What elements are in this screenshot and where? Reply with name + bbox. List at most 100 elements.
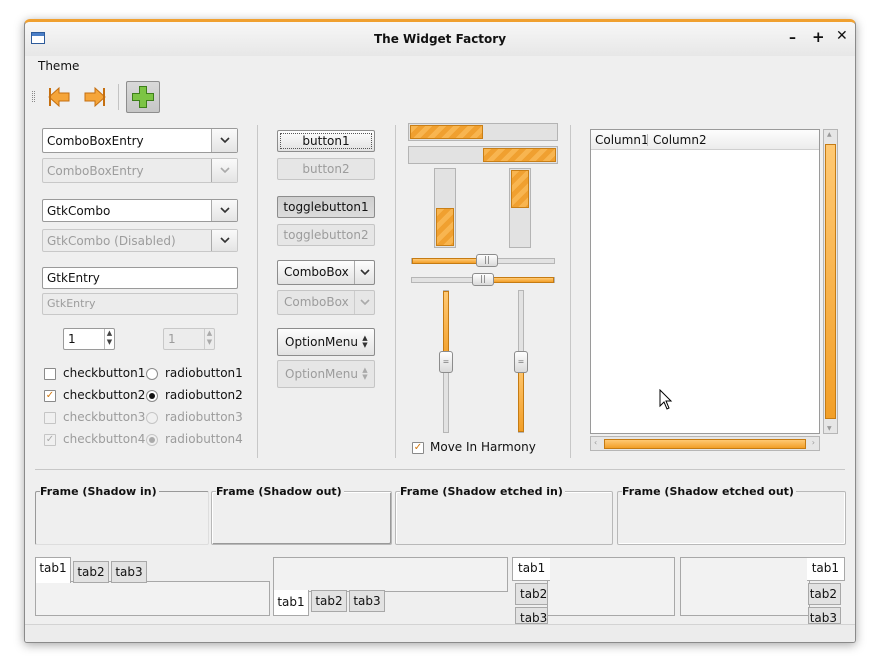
scale-horizontal-1[interactable]: ||	[411, 254, 555, 267]
combo-box-entry-value: ComboBoxEntry	[47, 134, 144, 148]
progress-bar-vertical-1	[434, 168, 456, 248]
frame-shadow-etched-out: Frame (Shadow etched out)	[617, 485, 846, 545]
horizontal-separator	[35, 469, 845, 470]
tree-view[interactable]: Column1 Column2	[590, 129, 820, 434]
frame-shadow-in-label: Frame (Shadow in)	[40, 485, 159, 498]
menu-bar: Theme	[25, 56, 855, 76]
progress-bar-horizontal-2	[408, 146, 558, 164]
combobox[interactable]: ComboBox	[277, 260, 375, 285]
tree-horizontal-scrollbar[interactable]: ‹ ›	[590, 436, 820, 451]
title-bar[interactable]: The Widget Factory – + ✕	[25, 22, 855, 56]
checkbutton2-label[interactable]: checkbutton2	[63, 388, 145, 402]
frame-shadow-out-label: Frame (Shadow out)	[216, 485, 344, 498]
move-in-harmony-label[interactable]: Move In Harmony	[430, 440, 536, 454]
move-in-harmony-checkbox[interactable]: ✓	[412, 442, 424, 454]
radiobutton2-circle[interactable]	[146, 390, 158, 402]
tree-vertical-scrollbar[interactable]: ▲ ▼	[823, 129, 838, 434]
togglebutton2: togglebutton2	[277, 224, 375, 246]
updown-icon[interactable]: ▲ ▼	[360, 335, 370, 349]
checkbutton2-box[interactable]: ✓	[44, 390, 56, 402]
menu-theme[interactable]: Theme	[38, 59, 79, 73]
radiobutton1-circle[interactable]	[146, 368, 158, 380]
tree-header: Column1 Column2	[591, 130, 819, 150]
progress-bar-vertical-2	[509, 168, 531, 248]
notebook-tabs-left	[547, 557, 675, 616]
toolbar-separator	[118, 84, 119, 110]
window-title: The Widget Factory	[373, 32, 507, 46]
radiobutton1-label[interactable]: radiobutton1	[165, 366, 243, 380]
option-menu-value: OptionMenu	[285, 335, 358, 349]
notebook3-tab1[interactable]: tab1	[512, 557, 550, 581]
spin-button[interactable]: 1 ▲ ▼	[63, 328, 115, 350]
scale-vertical-2[interactable]: =	[514, 290, 528, 433]
scale-knob[interactable]: ||	[476, 254, 498, 267]
scale-knob[interactable]: =	[514, 351, 528, 373]
scale-knob[interactable]: =	[439, 351, 453, 373]
notebook1-tab1[interactable]: tab1	[35, 557, 71, 583]
button2: button2	[277, 158, 375, 180]
notebook-tabs-bottom	[273, 557, 508, 592]
checkbutton3-box	[44, 412, 56, 424]
gtk-combo-disabled: GtkCombo (Disabled)	[42, 229, 238, 252]
scale-vertical-1[interactable]: =	[439, 290, 453, 433]
scale-horizontal-2[interactable]: ||	[411, 273, 555, 286]
maximize-icon[interactable]: +	[812, 28, 825, 46]
close-icon[interactable]: ✕	[836, 28, 848, 44]
notebook1-tab3[interactable]: tab3	[111, 561, 147, 583]
gtk-entry-disabled: GtkEntry	[42, 293, 238, 315]
chevron-down-icon	[354, 291, 374, 314]
chevron-down-icon[interactable]	[211, 129, 237, 152]
combobox-disabled-value: ComboBox	[284, 295, 349, 309]
button1[interactable]: button1	[277, 130, 375, 152]
chevron-down-icon[interactable]	[211, 200, 237, 221]
checkbutton1-box[interactable]	[44, 368, 56, 380]
notebook4-tab3[interactable]: tab3	[808, 607, 841, 625]
radiobutton2-label[interactable]: radiobutton2	[165, 388, 243, 402]
gtk-entry[interactable]: GtkEntry	[42, 267, 238, 289]
spin-button-value: 1	[68, 332, 76, 346]
combo-box-entry[interactable]: ComboBoxEntry	[42, 128, 238, 153]
minimize-icon[interactable]: –	[789, 30, 796, 46]
notebook4-tab1[interactable]: tab1	[807, 557, 845, 581]
column2-header[interactable]: Column2	[653, 133, 707, 147]
option-menu[interactable]: OptionMenu ▲ ▼	[277, 328, 375, 356]
back-icon[interactable]	[47, 86, 71, 108]
gtk-combo[interactable]: GtkCombo	[42, 199, 238, 222]
checkbutton1-label[interactable]: checkbutton1	[63, 366, 145, 380]
togglebutton1[interactable]: togglebutton1	[277, 196, 375, 218]
add-icon	[132, 86, 154, 108]
add-button[interactable]	[126, 81, 160, 113]
scale-knob[interactable]: ||	[472, 273, 494, 286]
notebook2-tab1[interactable]: tab1	[273, 590, 309, 616]
progress-fill	[483, 148, 556, 162]
notebook-tabs-top	[35, 581, 270, 616]
progress-fill	[511, 170, 529, 208]
combo-box-entry-disabled-value: ComboBoxEntry	[47, 164, 144, 178]
column1-header[interactable]: Column1	[595, 133, 649, 147]
notebook2-tab3[interactable]: tab3	[349, 590, 385, 612]
radiobutton4-label: radiobutton4	[165, 432, 243, 446]
radiobutton4-circle	[146, 434, 158, 446]
radiobutton3-label: radiobutton3	[165, 410, 243, 424]
progress-fill	[410, 125, 483, 139]
progress-fill	[436, 208, 454, 246]
column-separator	[257, 125, 258, 458]
updown-icon: ▲ ▼	[362, 366, 368, 381]
frame-shadow-out: Frame (Shadow out)	[211, 485, 392, 545]
forward-icon[interactable]	[83, 86, 107, 108]
scrollbar-thumb[interactable]	[604, 439, 806, 449]
notebook3-tab3[interactable]: tab3	[515, 607, 548, 625]
combobox-value: ComboBox	[284, 265, 349, 279]
toolbar-grip-icon[interactable]	[32, 91, 35, 102]
frame-shadow-etched-in-label: Frame (Shadow etched in)	[400, 485, 565, 498]
chevron-down-icon	[211, 230, 237, 251]
option-menu-disabled: OptionMenu ▲ ▼	[277, 360, 375, 388]
notebook1-tab2[interactable]: tab2	[73, 561, 109, 583]
notebook2-tab2[interactable]: tab2	[311, 590, 347, 612]
frame-shadow-in: Frame (Shadow in)	[35, 485, 209, 545]
chevron-down-icon[interactable]	[354, 261, 374, 284]
notebook3-tab2[interactable]: tab2	[515, 583, 548, 605]
scrollbar-thumb[interactable]	[825, 144, 836, 419]
spin-arrows-icon[interactable]: ▲ ▼	[104, 329, 114, 349]
notebook4-tab2[interactable]: tab2	[808, 583, 841, 605]
